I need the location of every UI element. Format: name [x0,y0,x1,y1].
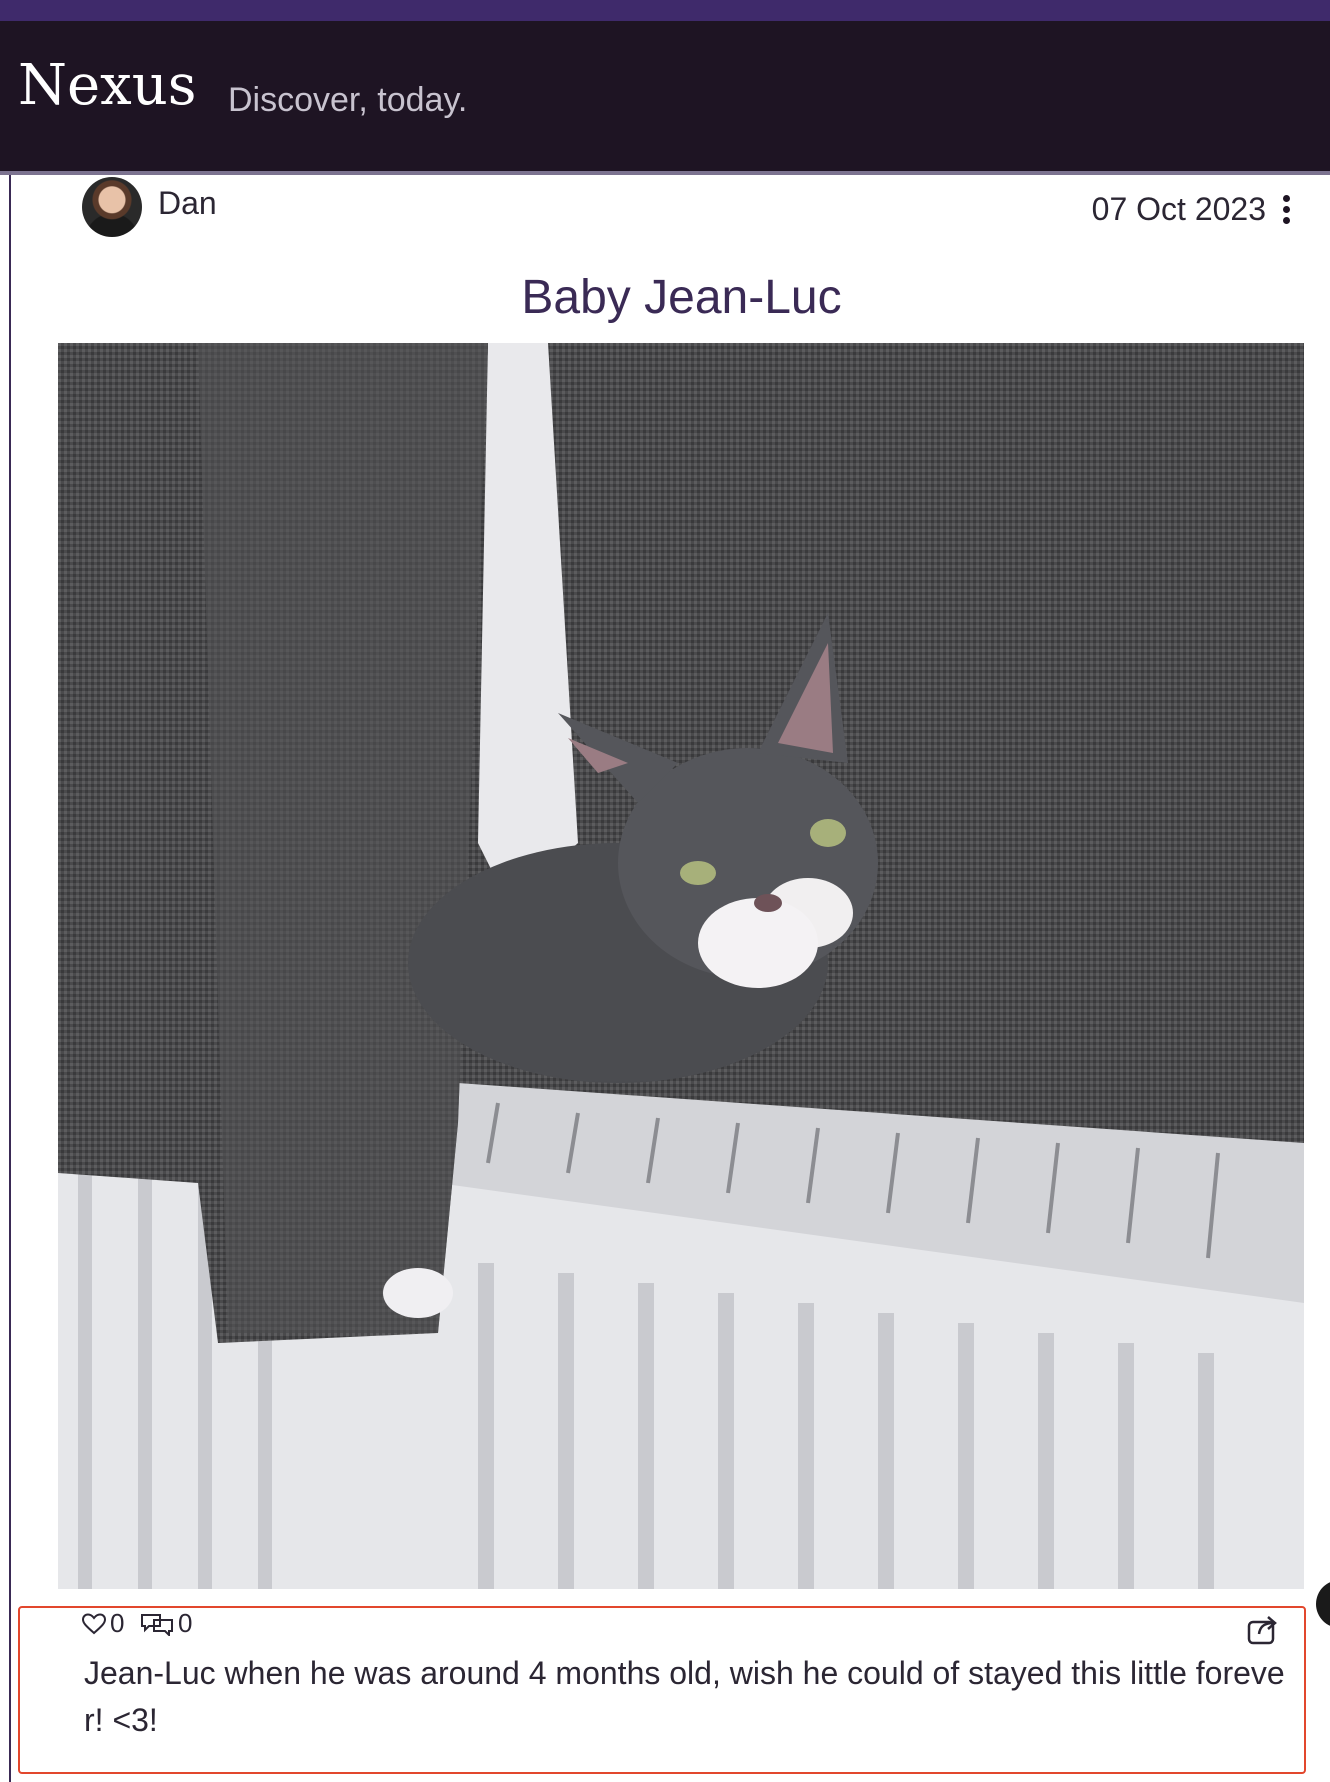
author-name[interactable]: Dan [158,185,217,222]
heart-icon [82,1612,106,1634]
share-icon[interactable] [1246,1612,1280,1646]
kitten-photo-illustration [58,343,1304,1589]
top-accent-bar [0,0,1330,21]
post-author-row: Dan 07 Oct 2023 [82,177,1292,237]
kebab-icon[interactable] [1282,195,1292,225]
site-header: Nexus Discover, today. [0,21,1330,175]
site-tagline: Discover, today. [228,81,468,119]
comment-icon [141,1613,173,1636]
post-description: Jean-Luc when he was around 4 months old… [84,1655,1285,1738]
author-avatar[interactable] [82,177,142,237]
like-button[interactable]: 0 [82,1608,124,1639]
site-logo[interactable]: Nexus [18,58,197,114]
comment-count: 0 [178,1608,193,1638]
comment-button[interactable]: 0 [140,1608,192,1639]
post-title: Baby Jean-Luc [521,271,842,324]
post-photo[interactable] [58,343,1304,1589]
like-count: 0 [110,1608,125,1638]
post-date: 07 Oct 2023 [1091,191,1266,227]
floating-action-button[interactable] [1316,1580,1330,1628]
content-left-border [9,175,11,1782]
post-footer: 0 0 Jean-Luc when he was around 4 months… [18,1606,1306,1774]
